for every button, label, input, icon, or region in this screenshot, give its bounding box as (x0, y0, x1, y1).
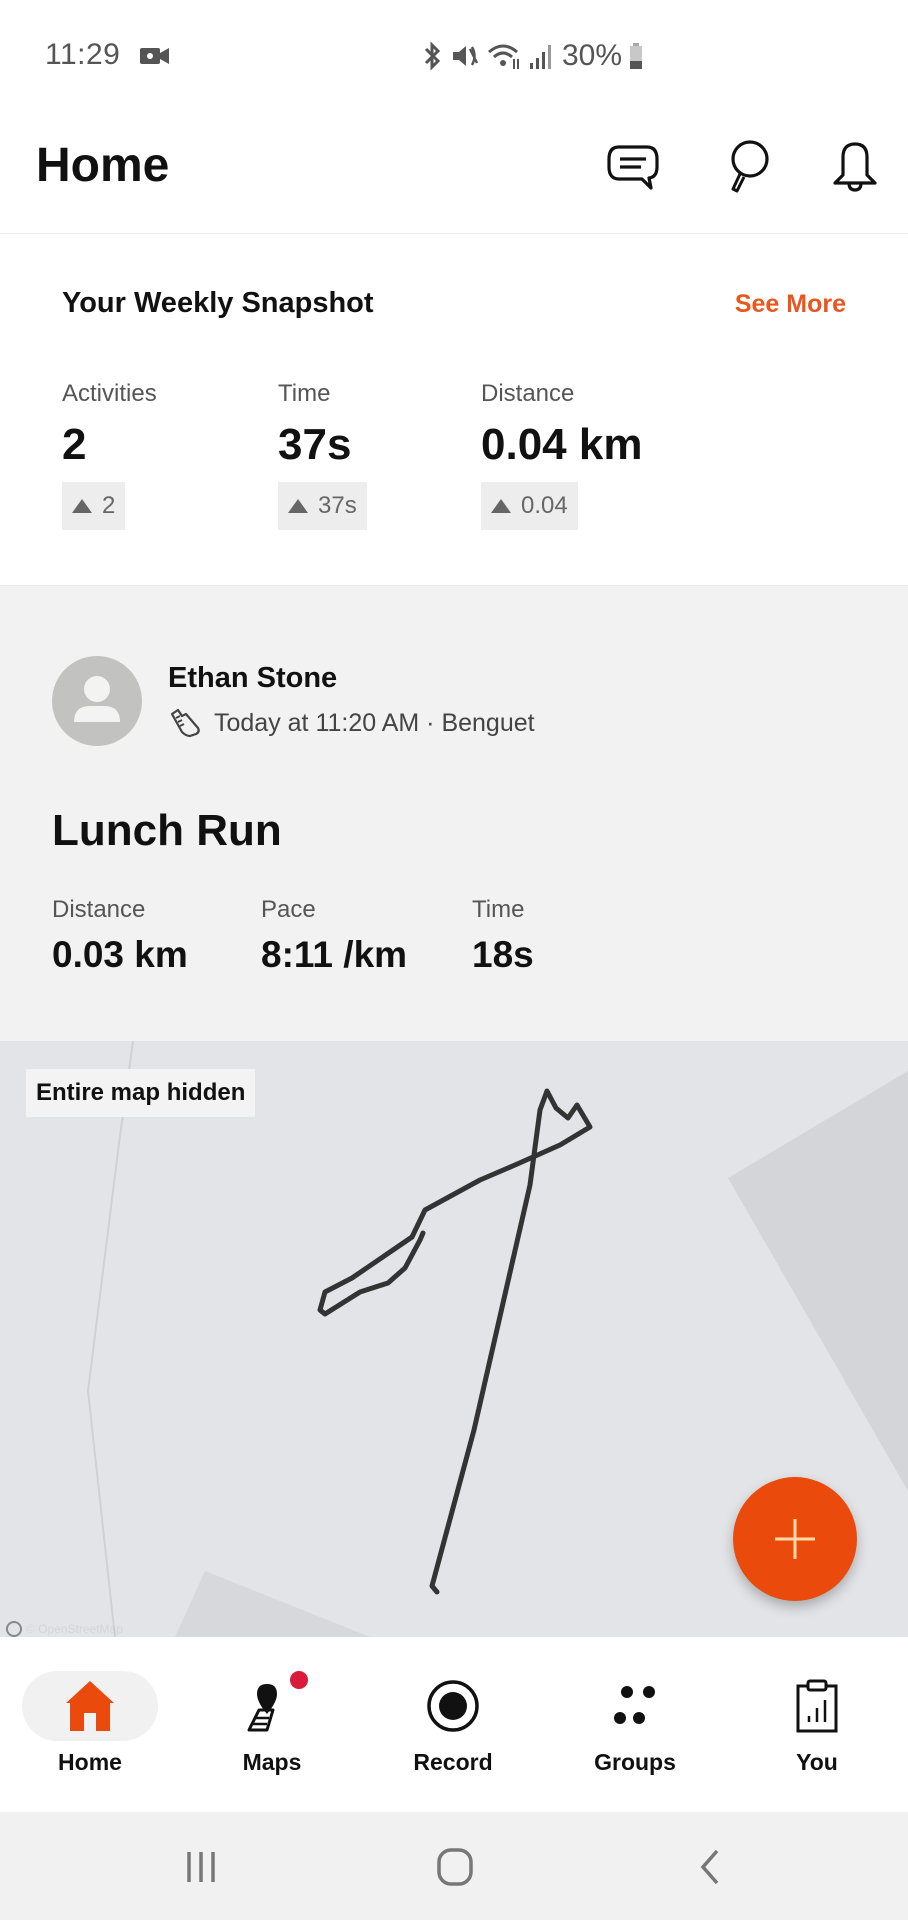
messages-icon (607, 145, 659, 190)
athlete-name[interactable]: Ethan Stone (168, 662, 337, 695)
nav-groups[interactable]: Groups (555, 1671, 715, 1791)
activity-meta: Today at 11:20 AM · Benguet (168, 708, 535, 738)
stat-value: 0.04 km (481, 420, 643, 469)
stat-label: Activities (62, 380, 157, 407)
record-icon (427, 1680, 479, 1732)
stat-label: Pace (261, 896, 316, 923)
stat-value: 2 (62, 420, 87, 469)
profile-stats-icon (796, 1679, 838, 1733)
nav-label: You (796, 1749, 838, 1775)
stat-delta: 2 (62, 482, 126, 530)
home-system-button[interactable] (425, 1842, 485, 1892)
stat-delta: 0.04 (481, 482, 578, 530)
bluetooth-icon (424, 41, 441, 71)
stat-delta-value: 0.04 (521, 492, 568, 519)
activity-stat-time: Time 18s (472, 896, 534, 976)
notifications-icon (833, 142, 877, 192)
map-area-shape (175, 1571, 370, 1637)
groups-icon (614, 1686, 655, 1724)
stat-value: 8:11 /km (261, 934, 408, 975)
status-bar: 11:29 30% (0, 0, 908, 110)
recent-apps-icon (187, 1852, 215, 1882)
notifications-button[interactable] (820, 132, 890, 202)
stat-label: Time (278, 380, 331, 407)
snapshot-stat-time: Time 37s 37s (278, 380, 367, 530)
running-shoe-icon (170, 708, 200, 738)
avatar[interactable] (52, 656, 142, 746)
nav-record[interactable]: Record (373, 1671, 533, 1791)
activity-card[interactable]: Ethan Stone Today at 11:20 AM · Benguet … (0, 585, 908, 1041)
search-icon (731, 140, 769, 193)
nav-icon-wrap (749, 1671, 885, 1741)
snapshot-title: Your Weekly Snapshot (62, 287, 374, 319)
nav-label: Record (413, 1749, 493, 1775)
nav-label: Groups (594, 1749, 676, 1775)
stat-delta-value: 2 (102, 492, 116, 519)
nav-label: Home (58, 1749, 122, 1775)
search-button[interactable] (713, 132, 783, 202)
screen-record-icon (140, 48, 169, 64)
battery-icon (630, 43, 643, 69)
recent-apps-button[interactable] (171, 1842, 231, 1892)
app-header: Home (0, 110, 908, 234)
route-line (317, 1230, 426, 1317)
attribution-text: © OpenStreetMap (26, 1622, 123, 1636)
person-icon (74, 676, 120, 722)
stat-value: 37s (278, 420, 352, 469)
activity-title[interactable]: Lunch Run (52, 806, 282, 856)
route-line (409, 1088, 593, 1595)
stat-label: Distance (481, 380, 575, 407)
messages-button[interactable] (598, 132, 668, 202)
signal-icon (530, 45, 551, 69)
map-attribution[interactable]: © OpenStreetMap (6, 1621, 123, 1637)
stat-value: 18s (472, 934, 534, 975)
home-icon (66, 1681, 114, 1731)
nav-maps[interactable]: Maps (192, 1671, 352, 1791)
weekly-snapshot: Your Weekly Snapshot See More Activities… (0, 235, 908, 585)
activity-stat-distance: Distance 0.03 km (52, 896, 188, 976)
map-road (86, 1041, 134, 1637)
plus-icon (775, 1519, 815, 1559)
increase-arrow-icon (491, 499, 511, 513)
nav-icon-wrap (204, 1671, 340, 1741)
nav-icon-wrap (567, 1671, 703, 1741)
system-navigation-bar (0, 1812, 908, 1920)
nav-you[interactable]: You (737, 1671, 897, 1791)
page-title: Home (36, 139, 170, 192)
stat-label: Time (472, 896, 525, 923)
home-circle-icon (437, 1848, 473, 1886)
snapshot-stat-distance: Distance 0.04 km 0.04 (481, 380, 642, 530)
see-more-link[interactable]: See More (735, 290, 846, 319)
stat-delta: 37s (278, 482, 367, 530)
notification-badge (290, 1671, 308, 1689)
back-icon (700, 1849, 719, 1885)
wifi-icon (488, 44, 519, 69)
battery-percent: 30% (562, 39, 623, 72)
mute-icon (453, 46, 479, 66)
activity-stat-pace: Pace 8:11 /km (261, 896, 407, 976)
bottom-navigation: Home Maps Record Groups You (0, 1637, 908, 1812)
back-button[interactable] (680, 1842, 740, 1892)
stat-value: 0.03 km (52, 934, 188, 975)
nav-home[interactable]: Home (10, 1671, 170, 1791)
map-hidden-notice: Entire map hidden (26, 1069, 256, 1117)
increase-arrow-icon (72, 499, 92, 513)
info-icon[interactable] (6, 1621, 22, 1637)
add-button[interactable] (733, 1477, 857, 1601)
nav-label: Maps (242, 1749, 302, 1775)
stat-delta-value: 37s (318, 492, 357, 519)
nav-icon-wrap (385, 1671, 521, 1741)
stat-label: Distance (52, 896, 146, 923)
activity-time-location: Today at 11:20 AM · Benguet (214, 708, 535, 737)
snapshot-stat-activities: Activities 2 2 (62, 380, 157, 530)
maps-icon (247, 1684, 277, 1732)
status-icons: 30% (420, 36, 644, 76)
status-time: 11:29 (45, 38, 121, 71)
nav-icon-wrap (22, 1671, 158, 1741)
map-area-shape (728, 1071, 908, 1491)
increase-arrow-icon (288, 499, 308, 513)
